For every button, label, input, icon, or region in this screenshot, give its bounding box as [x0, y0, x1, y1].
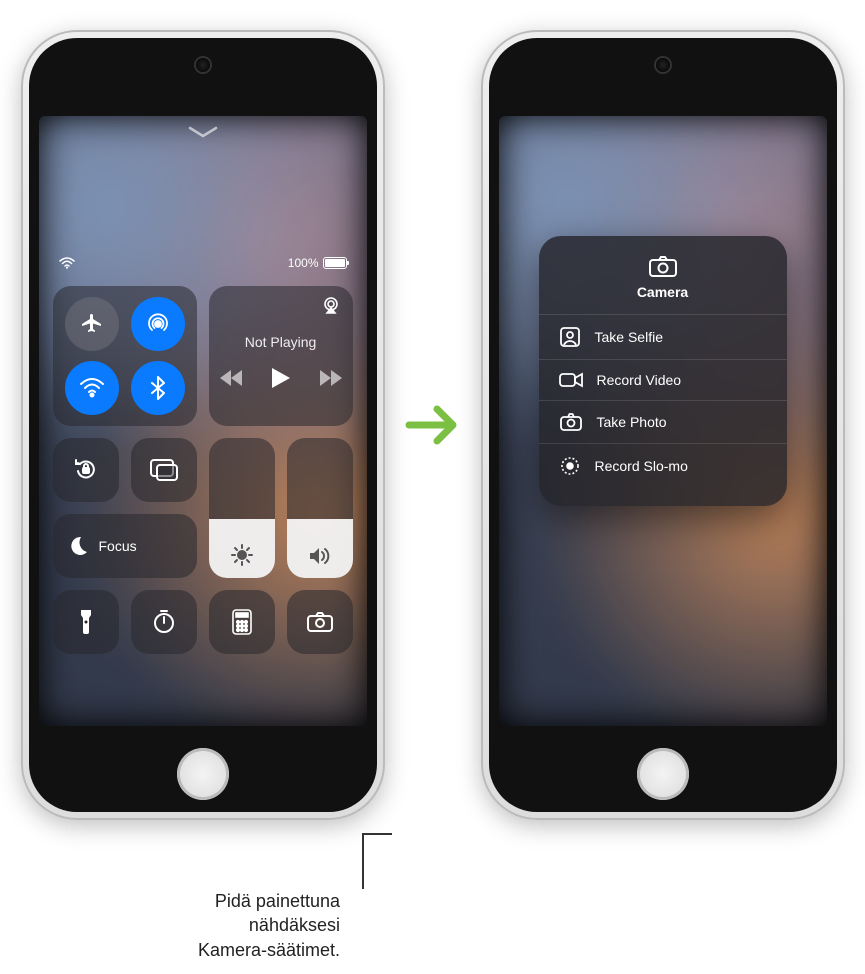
front-camera-dot	[656, 58, 670, 72]
flashlight-button[interactable]	[53, 590, 119, 654]
screen-mirroring-button[interactable]	[131, 438, 197, 502]
calculator-button[interactable]	[209, 590, 275, 654]
next-track-icon[interactable]	[320, 370, 342, 386]
volume-slider[interactable]	[287, 438, 353, 578]
menu-item-label: Record Slo-mo	[595, 458, 688, 474]
selfie-icon	[559, 326, 581, 348]
calculator-icon	[232, 609, 252, 635]
screen-camera-quick-actions: Camera Take Selfie Record Video Take Pho…	[499, 116, 827, 726]
airdrop-icon	[145, 311, 171, 337]
screen-mirroring-icon	[149, 458, 179, 482]
bluetooth-icon	[151, 376, 165, 400]
menu-item-label: Record Video	[597, 372, 682, 388]
focus-button[interactable]: Focus	[53, 514, 197, 578]
moon-icon	[67, 535, 89, 557]
timer-icon	[151, 609, 177, 635]
chevron-down-icon[interactable]	[188, 126, 218, 140]
menu-item-record-video[interactable]: Record Video	[539, 359, 787, 400]
volume-icon	[308, 546, 332, 566]
callout-camera-controls: Pidä painettuna nähdäksesi Kamera-säätim…	[60, 889, 340, 962]
front-camera-dot	[196, 58, 210, 72]
now-playing-panel[interactable]: Not Playing	[209, 286, 353, 426]
previous-track-icon[interactable]	[220, 370, 242, 386]
screen-control-center: 100%	[39, 116, 367, 726]
menu-item-record-slomo[interactable]: Record Slo-mo	[539, 443, 787, 488]
brightness-icon	[231, 544, 253, 566]
menu-item-take-selfie[interactable]: Take Selfie	[539, 314, 787, 359]
figure-stage: 100%	[0, 0, 865, 820]
camera-menu-title: Camera	[637, 284, 688, 300]
rotation-lock-toggle[interactable]	[53, 438, 119, 502]
battery-icon	[323, 257, 347, 269]
callout-line: nähdäksesi	[60, 913, 340, 937]
play-icon[interactable]	[272, 368, 290, 388]
menu-item-take-photo[interactable]: Take Photo	[539, 400, 787, 443]
camera-button[interactable]	[287, 590, 353, 654]
wifi-icon	[79, 378, 105, 398]
menu-item-label: Take Photo	[597, 414, 667, 430]
status-bar: 100%	[39, 256, 367, 270]
menu-item-label: Take Selfie	[595, 329, 663, 345]
bluetooth-toggle[interactable]	[131, 361, 185, 415]
airdrop-toggle[interactable]	[131, 297, 185, 351]
rotation-lock-icon	[72, 456, 100, 484]
home-button[interactable]	[177, 748, 229, 800]
video-icon	[559, 371, 583, 389]
wifi-status-icon	[59, 257, 75, 269]
airplay-icon[interactable]	[321, 296, 341, 314]
phone-left: 100%	[21, 30, 385, 820]
airplane-mode-toggle[interactable]	[65, 297, 119, 351]
phone-right: Camera Take Selfie Record Video Take Pho…	[481, 30, 845, 820]
connectivity-panel[interactable]	[53, 286, 197, 426]
callout-line: Kamera-säätimet.	[60, 938, 340, 962]
timer-button[interactable]	[131, 590, 197, 654]
airplane-icon	[80, 312, 104, 336]
camera-icon	[648, 254, 678, 278]
camera-icon	[559, 412, 583, 432]
now-playing-status: Not Playing	[245, 334, 317, 350]
battery-percent: 100%	[288, 256, 319, 270]
focus-label: Focus	[99, 538, 137, 554]
callout-line: Pidä painettuna	[60, 889, 340, 913]
camera-quick-actions-menu: Camera Take Selfie Record Video Take Pho…	[539, 236, 787, 506]
arrow-right-icon	[405, 401, 461, 449]
slomo-icon	[559, 455, 581, 477]
wifi-toggle[interactable]	[65, 361, 119, 415]
brightness-slider[interactable]	[209, 438, 275, 578]
flashlight-icon	[78, 608, 94, 636]
camera-icon	[306, 611, 334, 633]
home-button[interactable]	[637, 748, 689, 800]
